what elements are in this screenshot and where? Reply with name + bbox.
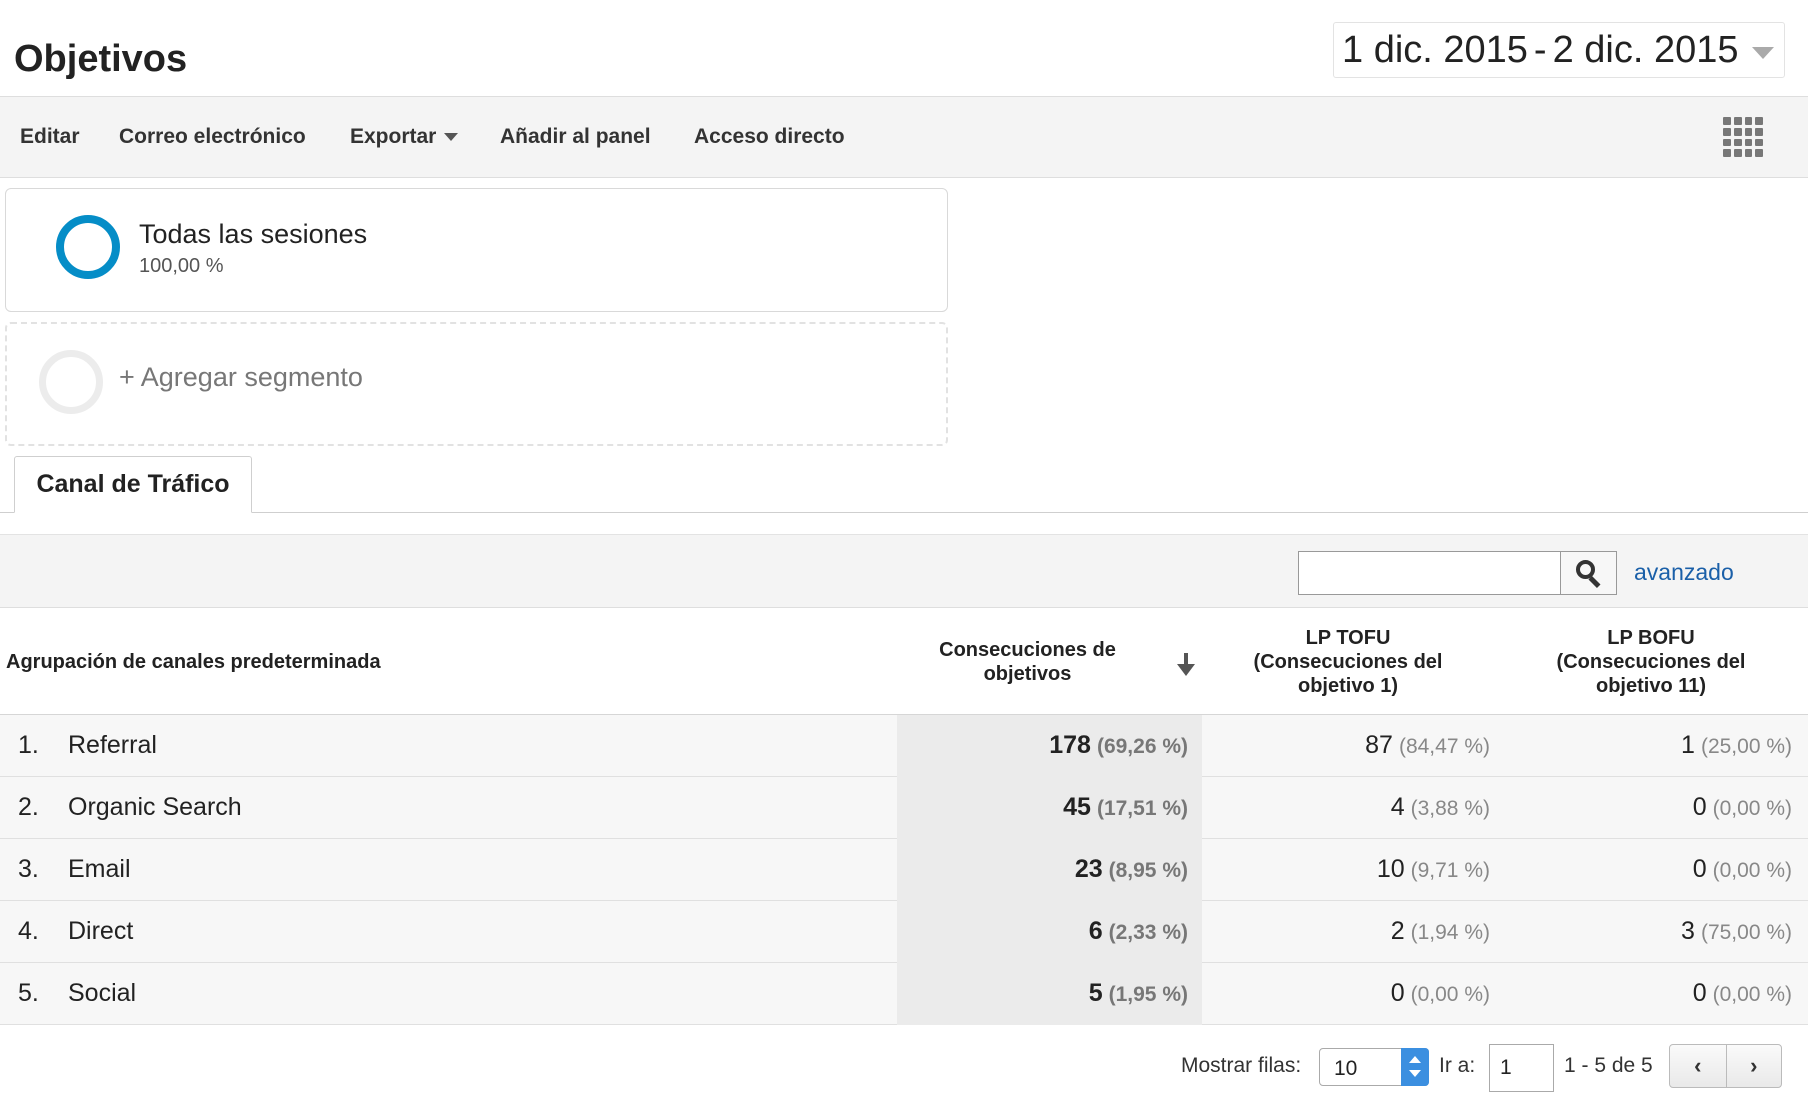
shortcut-button[interactable]: Acceso directo (694, 125, 845, 149)
lp-bofu-cell: 0 (0,00 %) (1692, 793, 1792, 821)
pagination: Mostrar filas: 10 Ir a: 1 - 5 de 5 ‹ › (0, 1030, 1808, 1100)
lp-tofu-cell: 10 (9,71 %) (1376, 855, 1490, 883)
table-row: 1. Referral 178 (69,26 %) 87 (84,47 %) 1 (2… (0, 715, 1808, 777)
export-button[interactable]: Exportar (350, 125, 459, 149)
filter-bar: avanzado (0, 534, 1808, 608)
segment-all-sessions[interactable]: Todas las sesiones 100,00 % (5, 188, 948, 312)
grid-icon[interactable] (1723, 117, 1763, 157)
goal-completions-cell: 6 (2,33 %) (1088, 917, 1188, 945)
goto-label: Ir a: (1439, 1054, 1476, 1077)
lp-bofu-cell: 3 (75,00 %) (1681, 917, 1792, 945)
lp-tofu-cell: 4 (3,88 %) (1390, 793, 1490, 821)
date-end: 2 dic. 2015 (1552, 28, 1739, 71)
table-row: 5. Social 5 (1,95 %) 0 (0,00 %) 0 (0,00 %) (0, 963, 1808, 1025)
row-number: 2. (18, 793, 39, 821)
email-button[interactable]: Correo electrónico (119, 125, 306, 149)
search-input[interactable] (1298, 551, 1562, 595)
empty-ring-icon (39, 350, 103, 414)
page-range: 1 - 5 de 5 (1564, 1054, 1653, 1077)
table-row: 2. Organic Search 45 (17,51 %) 4 (3,88 %) … (0, 777, 1808, 839)
export-label: Exportar (350, 125, 437, 148)
search-icon (1575, 560, 1602, 589)
row-number: 3. (18, 855, 39, 883)
channel-link[interactable]: Organic Search (68, 793, 242, 822)
header-dimension[interactable]: Agrupación de canales predeterminada (6, 650, 381, 674)
caret-down-icon (444, 133, 459, 142)
lp-bofu-cell: 1 (25,00 %) (1681, 731, 1792, 759)
segment-percent: 100,00 % (139, 255, 224, 277)
table-header: Agrupación de canales predeterminada Con… (0, 609, 1808, 715)
lp-bofu-cell: 0 (0,00 %) (1692, 855, 1792, 883)
prev-page-button[interactable]: ‹ (1670, 1045, 1726, 1087)
goal-completions-cell: 5 (1,95 %) (1088, 979, 1188, 1007)
show-rows-label: Mostrar filas: (1181, 1054, 1302, 1077)
header-lp-bofu[interactable]: LP BOFU (Consecuciones del objetivo 11) (1534, 626, 1768, 698)
row-number: 4. (18, 917, 39, 945)
goal-completions-cell: 45 (17,51 %) (1063, 793, 1188, 821)
add-segment-button[interactable]: + Agregar segmento (5, 322, 948, 446)
date-range-picker[interactable]: 1 dic. 2015 - 2 dic. 2015 (1333, 22, 1785, 78)
sort-down-icon[interactable] (1176, 653, 1196, 679)
lp-tofu-cell: 87 (84,47 %) (1365, 731, 1490, 759)
goal-completions-cell: 23 (8,95 %) (1074, 855, 1188, 883)
add-segment-label: + Agregar segmento (119, 362, 363, 392)
header-goal-completions[interactable]: Consecuciones de objetivos (935, 638, 1120, 686)
tab-traffic-channel[interactable]: Canal de Tráfico (14, 456, 252, 513)
edit-button[interactable]: Editar (20, 125, 80, 149)
chevron-down-icon[interactable] (1752, 47, 1774, 59)
channel-link[interactable]: Referral (68, 731, 157, 760)
page-nav: ‹ › (1669, 1044, 1782, 1088)
add-to-panel-button[interactable]: Añadir al panel (500, 125, 651, 149)
tab-divider (0, 512, 1808, 513)
goal-completions-cell: 178 (69,26 %) (1049, 731, 1188, 759)
row-number: 1. (18, 731, 39, 759)
row-number: 5. (18, 979, 39, 1007)
lp-tofu-cell: 0 (0,00 %) (1390, 979, 1490, 1007)
date-start: 1 dic. 2015 (1342, 28, 1528, 71)
segment-ring-icon (56, 215, 120, 279)
stepper-icon[interactable] (1401, 1048, 1429, 1086)
channel-link[interactable]: Social (68, 979, 136, 1008)
rows-per-page-select[interactable]: 10 (1319, 1048, 1429, 1086)
header-lp-tofu[interactable]: LP TOFU (Consecuciones del objetivo 1) (1232, 626, 1464, 698)
search-button[interactable] (1560, 551, 1617, 595)
channel-link[interactable]: Email (68, 855, 131, 884)
segment-name: Todas las sesiones (139, 219, 368, 249)
table-row: 3. Email 23 (8,95 %) 10 (9,71 %) 0 (0,00 %) (0, 839, 1808, 901)
date-separator: - (1533, 28, 1547, 71)
channel-link[interactable]: Direct (68, 917, 133, 946)
goto-page-input[interactable] (1489, 1044, 1554, 1092)
next-page-button[interactable]: › (1725, 1045, 1782, 1087)
table-row: 4. Direct 6 (2,33 %) 2 (1,94 %) 3 (75,00 %) (0, 901, 1808, 963)
lp-bofu-cell: 0 (0,00 %) (1692, 979, 1792, 1007)
advanced-filter-link[interactable]: avanzado (1634, 559, 1734, 586)
table-body: 1. Referral 178 (69,26 %) 87 (84,47 %) 1 (2… (0, 715, 1808, 1025)
lp-tofu-cell: 2 (1,94 %) (1390, 917, 1490, 945)
page-title: Objetivos (14, 38, 188, 80)
toolbar: Editar Correo electrónico Exportar Añadi… (0, 96, 1808, 178)
rows-per-page-value: 10 (1334, 1057, 1358, 1080)
